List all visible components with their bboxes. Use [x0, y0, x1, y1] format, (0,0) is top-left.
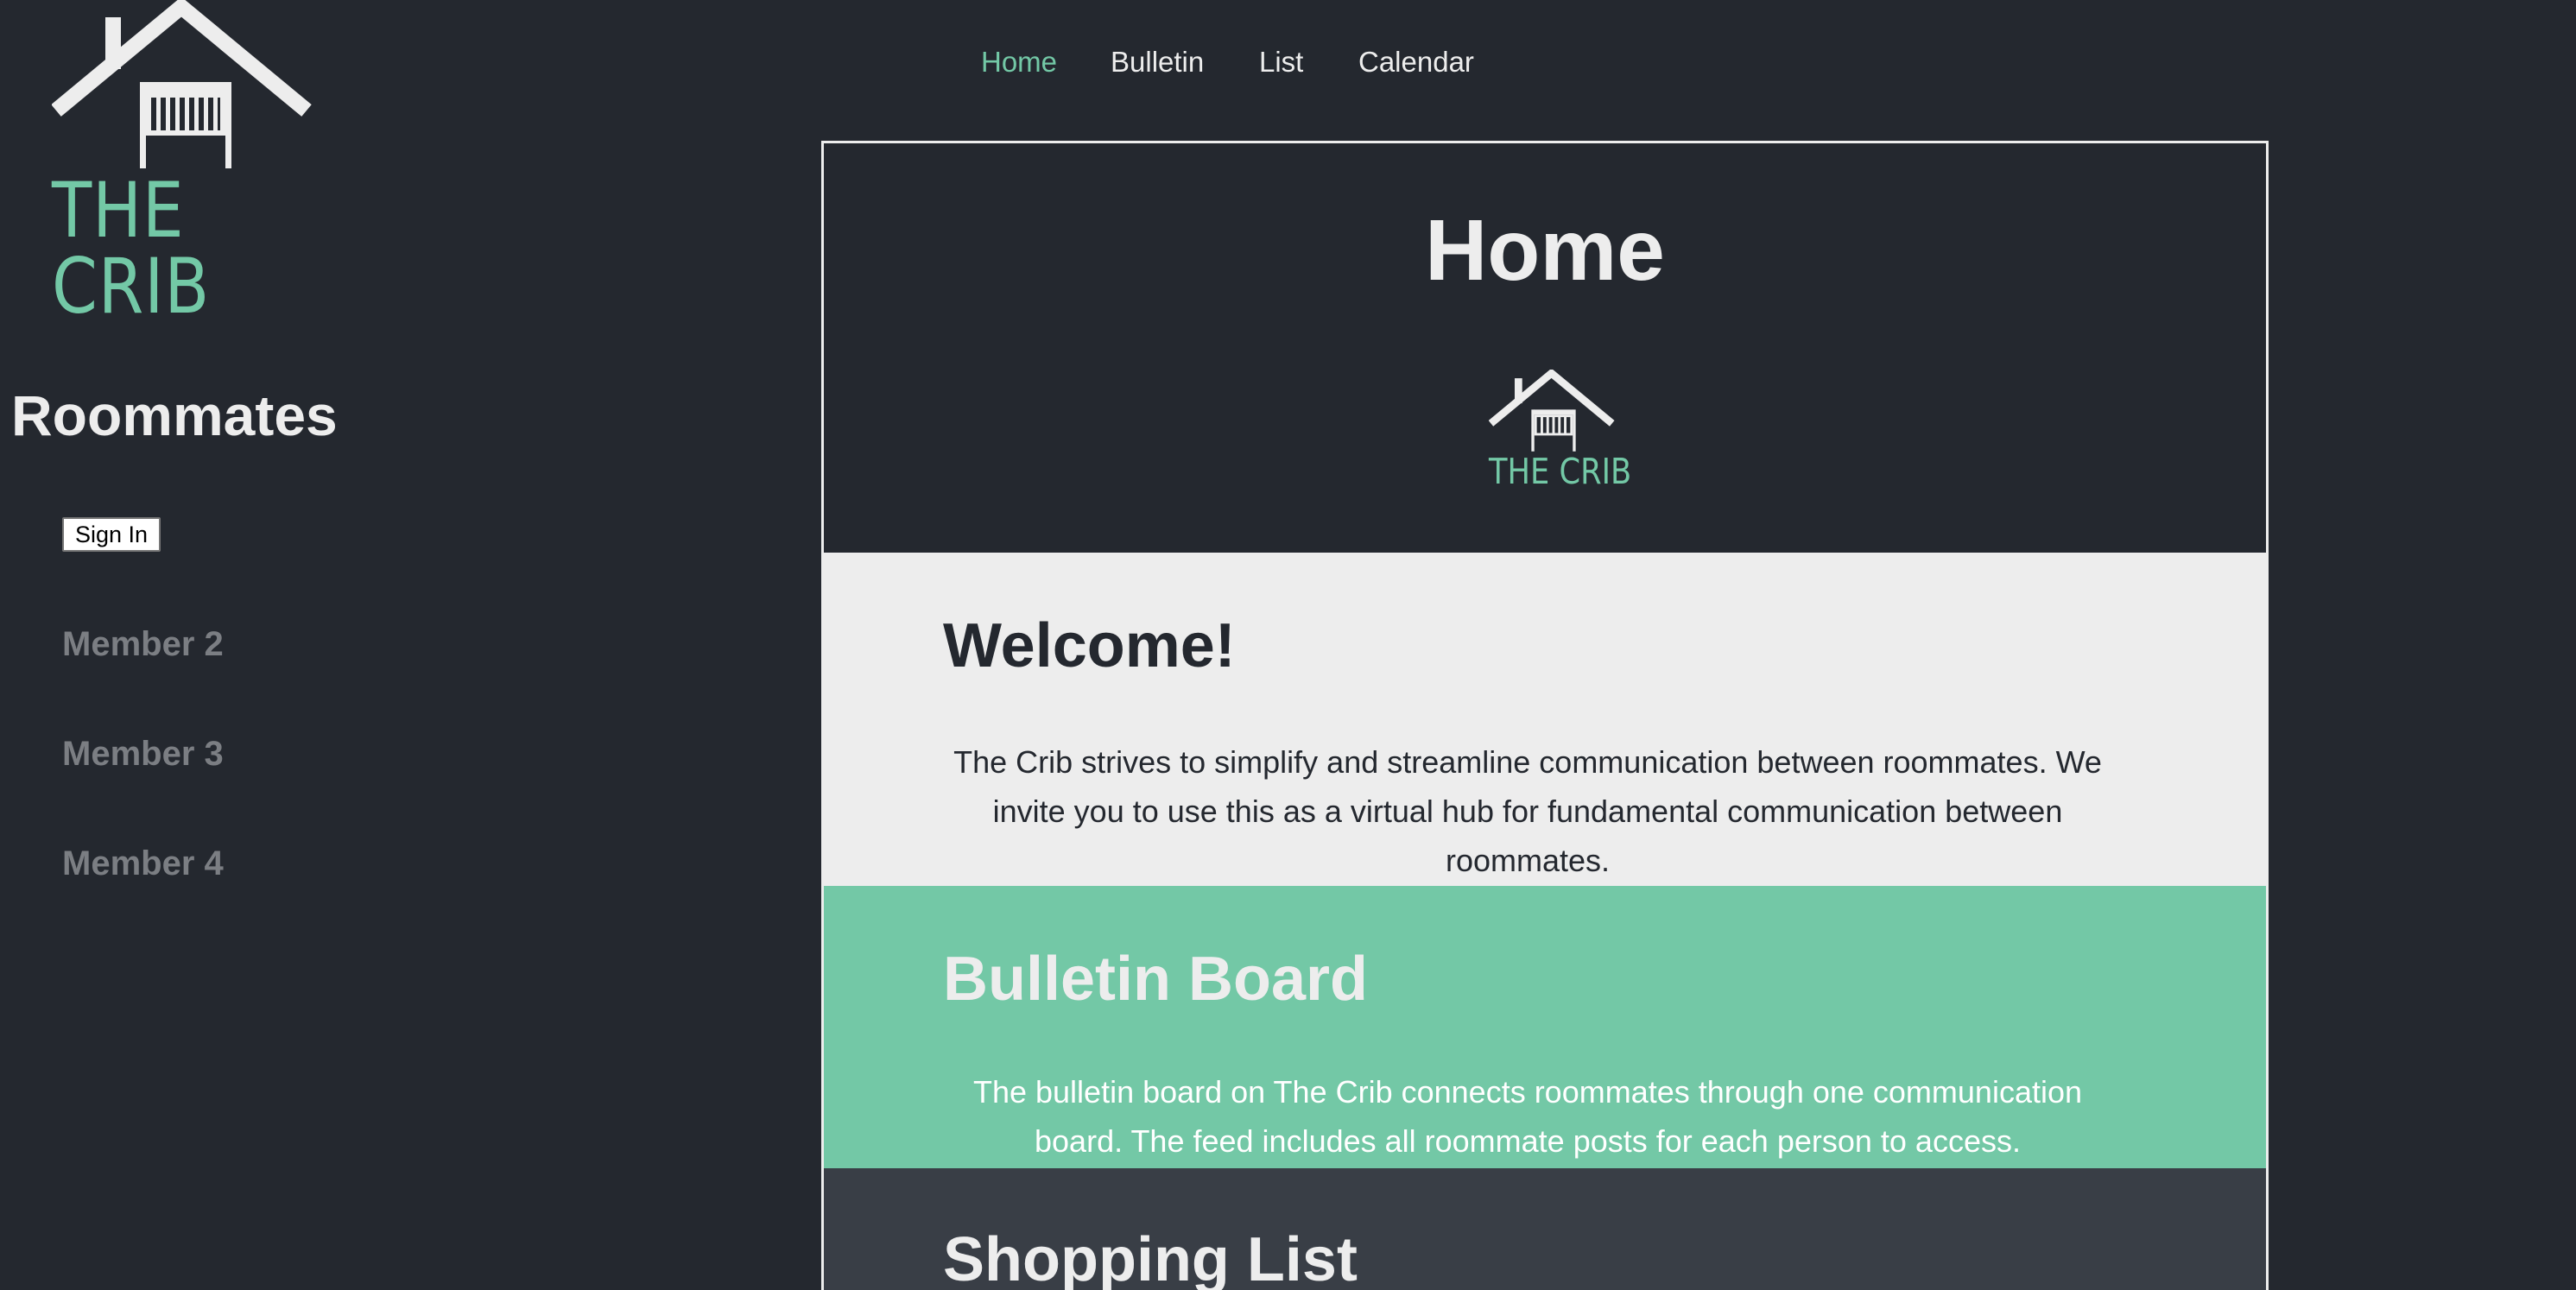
house-crib-icon	[52, 0, 312, 168]
member-3[interactable]: Member 3	[62, 737, 224, 771]
sidebar: THE CRIB Roommates Sign In Member 2 Memb…	[0, 0, 371, 1290]
welcome-section: Welcome! The Crib strives to simplify an…	[824, 553, 2266, 886]
member-2[interactable]: Member 2	[62, 627, 224, 661]
bulletin-title: Bulletin Board	[943, 945, 1369, 1014]
hero-logo-name: THE CRIB	[1489, 451, 1632, 492]
house-crib-icon	[1489, 370, 1615, 452]
welcome-text: The Crib strives to simplify and streaml…	[953, 744, 2102, 878]
brand-name: THE CRIB	[52, 166, 211, 331]
member-4[interactable]: Member 4	[62, 846, 224, 881]
nav-bulletin[interactable]: Bulletin	[1111, 45, 1204, 79]
nav-list[interactable]: List	[1259, 45, 1303, 79]
nav-calendar[interactable]: Calendar	[1358, 45, 1474, 79]
main-content: Home THE CRIB Welcome! The Crib strives …	[821, 141, 2269, 1290]
page: THE CRIB Roommates Sign In Member 2 Memb…	[0, 0, 2576, 1290]
brand-logo[interactable]: THE CRIB	[52, 0, 320, 325]
hero-section: Home THE CRIB	[824, 143, 2266, 553]
shopping-title: Shopping List	[943, 1225, 1358, 1290]
welcome-title: Welcome!	[943, 611, 1236, 680]
bulletin-section: Bulletin Board The bulletin board on The…	[824, 886, 2266, 1168]
shopping-section: Shopping List	[824, 1168, 2266, 1290]
bulletin-text: The bulletin board on The Crib connects …	[972, 1074, 2083, 1159]
hero-logo: THE CRIB	[1489, 370, 1632, 499]
roommates-title: Roommates	[11, 383, 338, 447]
sign-in-button[interactable]: Sign In	[62, 517, 161, 552]
nav-home[interactable]: Home	[981, 45, 1057, 79]
page-title: Home	[1425, 202, 1665, 299]
